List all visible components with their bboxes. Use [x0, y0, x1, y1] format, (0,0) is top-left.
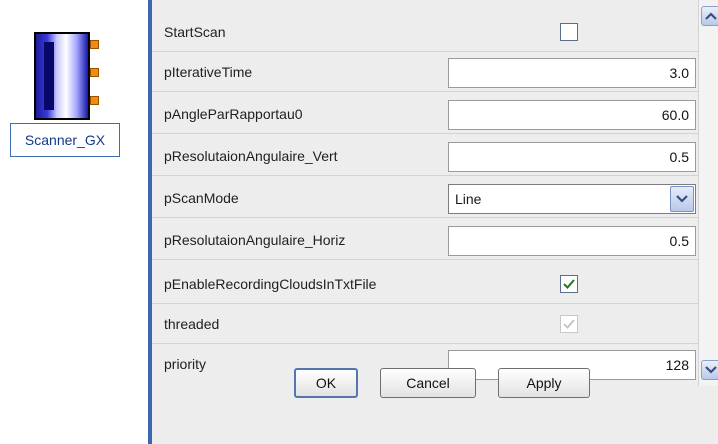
scroll-down-icon	[705, 366, 717, 374]
scroll-down-button[interactable]	[701, 360, 718, 380]
cancel-button[interactable]: Cancel	[380, 368, 476, 398]
property-row-pangleparrapportau0: pAngleParRapportau0 60.0	[152, 94, 698, 134]
vertical-scrollbar[interactable]	[698, 0, 718, 386]
output-port-1[interactable]	[90, 40, 99, 49]
pscanmode-value: Line	[455, 191, 482, 207]
property-row-threaded: threaded	[152, 304, 698, 344]
piterativetime-input[interactable]: 3.0	[448, 58, 696, 88]
check-icon	[563, 319, 575, 329]
property-label: priority	[164, 356, 207, 372]
startscan-checkbox[interactable]	[560, 23, 578, 41]
penablerecording-checkbox[interactable]	[560, 275, 578, 293]
property-row-startscan: StartScan	[152, 12, 698, 52]
component-body	[34, 32, 90, 120]
property-row-presolution-vert: pResolutaionAngulaire_Vert 0.5	[152, 136, 698, 176]
property-label: StartScan	[164, 24, 226, 40]
ok-button[interactable]: OK	[294, 368, 358, 398]
scanner-component[interactable]: Scanner_GX	[6, 28, 122, 158]
property-row-presolution-horiz: pResolutaionAngulaire_Horiz 0.5	[152, 220, 698, 260]
scroll-up-button[interactable]	[701, 6, 718, 26]
property-label: pAngleParRapportau0	[164, 106, 303, 122]
threaded-checkbox	[560, 315, 578, 333]
output-port-3[interactable]	[90, 96, 99, 105]
property-list: StartScan pIterativeTime 3.0 pAngleParRa…	[152, 0, 698, 380]
apply-button[interactable]: Apply	[498, 368, 590, 398]
pangleparrapportau0-input[interactable]: 60.0	[448, 100, 696, 130]
presolution-horiz-input[interactable]: 0.5	[448, 226, 696, 256]
property-row-penablerecording: pEnableRecordingCloudsInTxtFile	[152, 264, 698, 304]
property-panel: StartScan pIterativeTime 3.0 pAngleParRa…	[148, 0, 718, 444]
presolution-vert-input[interactable]: 0.5	[448, 142, 696, 172]
check-icon	[563, 279, 575, 289]
property-row-pscanmode: pScanMode Line	[152, 178, 698, 218]
property-label: pResolutaionAngulaire_Vert	[164, 148, 338, 164]
scroll-up-icon	[705, 12, 717, 20]
property-label: pScanMode	[164, 190, 239, 206]
property-row-piterativetime: pIterativeTime 3.0	[152, 52, 698, 92]
output-port-2[interactable]	[90, 68, 99, 77]
dropdown-button[interactable]	[670, 186, 694, 212]
property-label: threaded	[164, 316, 220, 332]
component-label: Scanner_GX	[10, 123, 120, 157]
pscanmode-select[interactable]: Line	[448, 184, 696, 214]
property-label: pEnableRecordingCloudsInTxtFile	[164, 276, 377, 292]
property-label: pResolutaionAngulaire_Horiz	[164, 232, 346, 248]
property-label: pIterativeTime	[164, 64, 253, 80]
chevron-down-icon	[676, 195, 688, 203]
